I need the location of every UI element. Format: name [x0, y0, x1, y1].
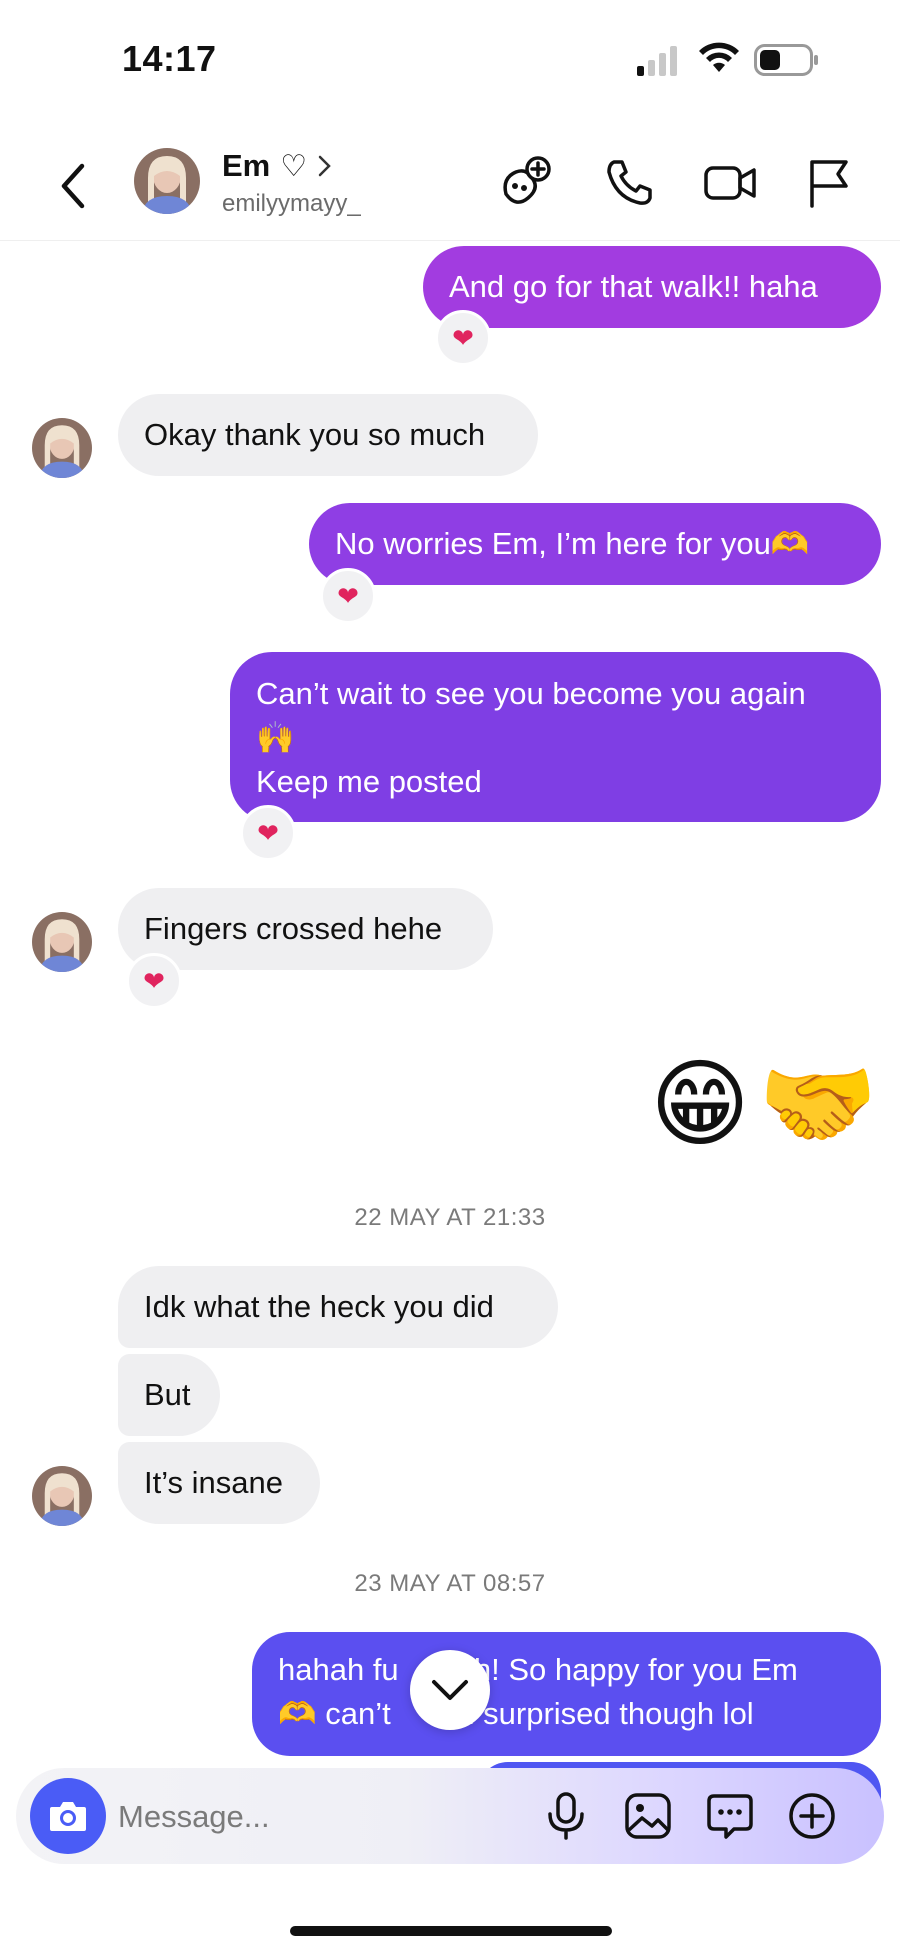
- chat-bubble-icon[interactable]: [704, 1790, 756, 1842]
- cellular-signal-icon: [637, 46, 677, 76]
- avatar[interactable]: [134, 148, 200, 214]
- heart-reaction-icon[interactable]: ❤: [435, 310, 491, 366]
- timestamp: 23 MAY AT 08:57: [354, 1570, 546, 1597]
- message-bubble-incoming[interactable]: Okay thank you so much: [118, 394, 538, 476]
- message-bubble-outgoing[interactable]: Can’t wait to see you become you again 🙌…: [230, 652, 881, 822]
- message-text: Can’t wait to see you become you again: [256, 676, 806, 711]
- message-text: Fingers crossed hehe: [144, 911, 443, 946]
- message-text: m surprised though lol: [448, 1696, 754, 1731]
- chat-header: Em ♡ emilyymayy_: [0, 120, 900, 241]
- message-bubble-incoming[interactable]: Fingers crossed hehe: [118, 888, 493, 970]
- chevron-down-icon: [432, 1680, 468, 1700]
- message-bubble-outgoing[interactable]: hahah fu ah! So happy for you Em 🫶 can’t m…: [252, 1632, 881, 1756]
- camera-icon: [50, 1802, 86, 1831]
- message-text: No worries Em, I’m here for you🫶: [335, 526, 810, 561]
- video-camera-icon[interactable]: [702, 154, 758, 210]
- chevron-left-icon[interactable]: [52, 156, 96, 216]
- emoji-message[interactable]: 😁🤝: [650, 1050, 878, 1160]
- gamepad-icon[interactable]: [498, 154, 554, 210]
- battery-icon: [754, 44, 818, 76]
- plus-circle-icon[interactable]: [786, 1790, 838, 1842]
- heart-reaction-icon[interactable]: ❤: [240, 805, 296, 861]
- message-text: And go for that walk!! haha: [449, 269, 818, 304]
- message-text: Keep me posted: [256, 764, 482, 799]
- phone-icon[interactable]: [602, 154, 658, 210]
- camera-button[interactable]: [30, 1778, 106, 1854]
- message-bubble-incoming[interactable]: But: [118, 1354, 220, 1436]
- wifi-icon: [699, 42, 739, 72]
- status-time: 14:17: [122, 38, 217, 79]
- message-text: Okay thank you so much: [144, 417, 486, 452]
- message-text: 🫶 can’t: [278, 1696, 391, 1731]
- message-text: It’s insane: [144, 1465, 284, 1500]
- heart-outline-icon: ♡: [280, 149, 308, 183]
- avatar[interactable]: [32, 418, 92, 478]
- contact-name-text: Em: [222, 148, 271, 183]
- contact-username: emilyymayy_: [222, 190, 361, 217]
- message-bubble-incoming[interactable]: Idk what the heck you did: [118, 1266, 558, 1348]
- message-text: Idk what the heck you did: [144, 1289, 494, 1324]
- heart-reaction-icon[interactable]: ❤: [126, 953, 182, 1009]
- home-indicator: [290, 1926, 612, 1936]
- microphone-icon[interactable]: [540, 1790, 592, 1842]
- avatar[interactable]: [32, 1466, 92, 1526]
- chevron-right-icon: [318, 155, 331, 177]
- contact-name[interactable]: Em ♡: [222, 148, 333, 184]
- message-bubble-incoming[interactable]: It’s insane: [118, 1442, 320, 1524]
- scroll-to-bottom-button[interactable]: [410, 1650, 490, 1730]
- handshake-emoji: 🤝: [758, 1051, 878, 1158]
- message-bubble-outgoing[interactable]: And go for that walk!! haha: [423, 246, 881, 328]
- message-text: ah! So happy for you Em: [456, 1652, 798, 1687]
- message-text: But: [144, 1377, 191, 1412]
- heart-reaction-icon[interactable]: ❤: [320, 568, 376, 624]
- message-text: 🙌: [256, 720, 295, 755]
- message-input[interactable]: [116, 1792, 520, 1842]
- status-bar: 14:17: [0, 0, 900, 120]
- message-text: hahah fu: [278, 1652, 399, 1687]
- message-composer: [16, 1768, 884, 1864]
- message-bubble-outgoing[interactable]: No worries Em, I’m here for you🫶: [309, 503, 881, 585]
- image-icon[interactable]: [622, 1790, 674, 1842]
- avatar[interactable]: [32, 912, 92, 972]
- grinning-emoji: 😁: [650, 1051, 751, 1158]
- flag-icon[interactable]: [802, 154, 858, 210]
- timestamp: 22 MAY AT 21:33: [354, 1204, 546, 1231]
